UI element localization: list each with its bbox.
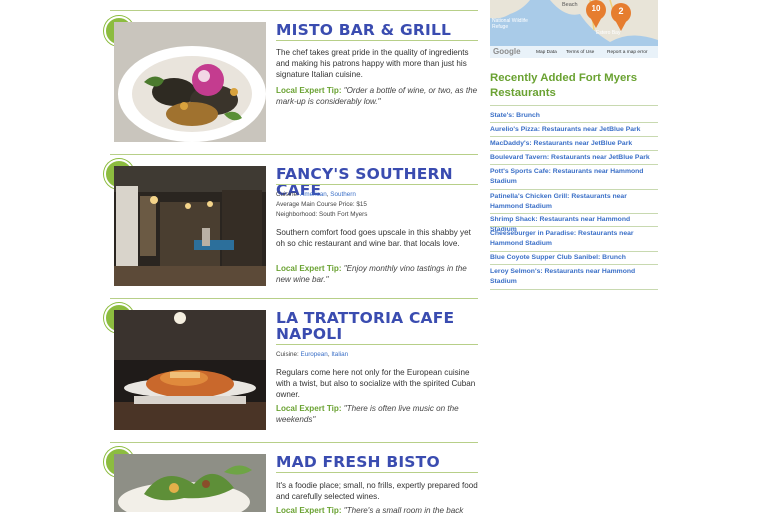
restaurant-title[interactable]: LA TRATTORIA CAFE NAPOLI (276, 310, 480, 342)
cuisine-label: Cuisine: (276, 191, 299, 198)
interior-photo-image (114, 166, 266, 286)
restaurant-description: Southern comfort food goes upscale in th… (276, 228, 471, 248)
restaurant-details: Cuisine: American, Southern Average Main… (276, 190, 480, 220)
sidebar-link[interactable]: Cheeseburger in Paradise: Restaurants ne… (490, 229, 658, 249)
entry-divider (110, 442, 478, 443)
title-underline (276, 472, 478, 473)
map-terms-link[interactable]: Terms of Use (566, 50, 594, 55)
expert-tip-label: Local Expert Tip: (276, 264, 342, 273)
expert-tip: Local Expert Tip: "There is often live m… (276, 404, 480, 426)
salad-photo-image (114, 454, 266, 512)
expert-tip: Local Expert Tip: "Enjoy monthly vino ta… (276, 264, 480, 286)
sidebar-divider (490, 213, 658, 214)
entry-divider (110, 10, 478, 11)
sidebar-divider (490, 264, 658, 265)
cuisine-line: Cuisine: European, Italian (276, 351, 349, 358)
restaurant-description: The chef takes great pride in the qualit… (276, 48, 469, 79)
sidebar-link[interactable]: Pott's Sports Cafe: Restaurants near Ham… (490, 167, 658, 187)
entry-divider (110, 154, 478, 155)
sidebar-title: Recently Added Fort Myers Restaurants (490, 72, 638, 99)
sidebar-link[interactable]: MacDaddy's: Restaurants near JetBlue Par… (490, 139, 658, 149)
sidebar-link[interactable]: Boulevard Tavern: Restaurants near JetBl… (490, 153, 658, 163)
sidebar-link[interactable]: State's: Brunch (490, 111, 658, 121)
expert-tip-label: Local Expert Tip: (276, 86, 342, 95)
restaurant-photo[interactable] (114, 166, 266, 286)
sidebar-link[interactable]: Leroy Selmon's: Restaurants near Hammond… (490, 267, 658, 287)
entry-divider (110, 298, 478, 299)
sidebar-divider (490, 136, 658, 137)
restaurant-title[interactable]: MAD FRESH BISTO (276, 454, 480, 470)
sidebar-link[interactable]: Patinella's Chicken Grill: Restaurants n… (490, 192, 658, 212)
restaurant-description: It's a foodie place; small, no frills, e… (276, 481, 478, 501)
restaurant-title[interactable]: MISTO BAR & GRILL (276, 22, 480, 38)
expert-tip-label: Local Expert Tip: (276, 506, 342, 515)
pasta-photo-image (114, 310, 266, 430)
restaurant-list: 3 MISTO BAR & GRILL The chef takes great… (104, 0, 480, 515)
title-underline (276, 40, 478, 41)
restaurant-photo[interactable] (114, 22, 266, 142)
expert-tip: Local Expert Tip: "Order a bottle of win… (276, 86, 480, 108)
sidebar-divider (490, 189, 658, 190)
restaurant-photo[interactable] (114, 310, 266, 430)
sidebar-link[interactable]: Aurelio's Pizza: Restaurants near JetBlu… (490, 125, 658, 135)
map-data-link[interactable]: Map Data (536, 50, 557, 55)
food-photo-image (114, 22, 266, 142)
restaurant-photo[interactable] (114, 454, 266, 512)
map-report-link[interactable]: Report a map error (607, 50, 648, 55)
sidebar-link[interactable]: Blue Coyote Supper Club Sanibel: Brunch (490, 253, 658, 263)
cuisine-link-american[interactable]: American (300, 191, 327, 198)
price-line: Average Main Course Price: $15 (276, 201, 367, 208)
map-widget[interactable]: 10 2 Beach National Wildlife Refuge Este… (490, 0, 658, 58)
cuisine-line: Cuisine: American, Southern (276, 191, 356, 198)
map-place-label: Beach (562, 2, 578, 8)
title-underline (276, 184, 478, 185)
map-marker-label: 2 (618, 6, 624, 16)
neighborhood-line: Neighborhood: South Fort Myers (276, 211, 368, 218)
sidebar-divider (490, 105, 658, 106)
sidebar-divider (490, 122, 658, 123)
sidebar-divider (490, 251, 658, 252)
expert-tip-text: "There's a small room in the back (343, 506, 464, 515)
expert-tip: Local Expert Tip: "There's a small room … (276, 506, 480, 517)
expert-tip-label: Local Expert Tip: (276, 404, 342, 413)
map-place-label: National Wildlife Refuge (492, 18, 528, 30)
restaurant-details: Cuisine: European, Italian (276, 350, 480, 360)
sidebar-divider (490, 164, 658, 165)
restaurant-description: Regulars come here not only for the Euro… (276, 368, 476, 399)
cuisine-link-european[interactable]: European (301, 351, 328, 358)
cuisine-link-southern[interactable]: Southern (330, 191, 356, 198)
google-logo: Google (493, 47, 521, 56)
map-place-label: Estero Bay (596, 30, 621, 36)
sidebar-divider (490, 150, 658, 151)
map-marker-label: 10 (591, 4, 601, 13)
sidebar: 10 2 Beach National Wildlife Refuge Este… (490, 0, 658, 512)
sidebar-divider (490, 289, 658, 290)
cuisine-label: Cuisine: (276, 351, 299, 358)
cuisine-link-italian[interactable]: Italian (331, 351, 348, 358)
title-underline (276, 344, 478, 345)
sidebar-divider (490, 226, 658, 227)
